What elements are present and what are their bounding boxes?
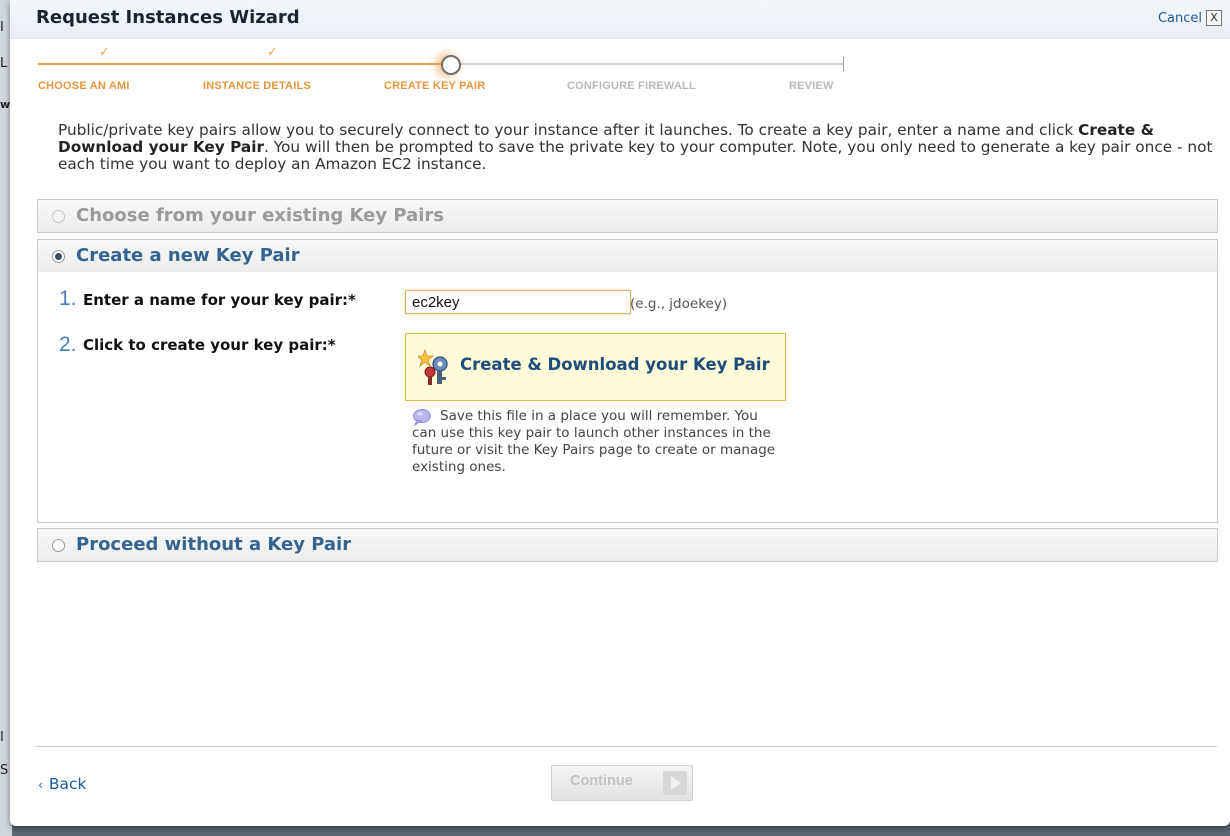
step-choose-ami: CHOOSE AN AMI [38, 80, 130, 92]
background-page-fragment: I [0, 20, 4, 35]
option-existing-key-pairs[interactable]: Choose from your existing Key Pairs [37, 199, 1218, 233]
option-none-label: Proceed without a Key Pair [76, 534, 352, 555]
continue-label: Continue [570, 773, 633, 789]
dialog-titlebar: Request Instances Wizard Cancel X [10, 0, 1230, 39]
wizard-progress-stepper: ✓ ✓ CHOOSE AN AMI INSTANCE DETAILS CREAT… [38, 45, 858, 98]
option-create-new-key-pair[interactable]: Create a new Key Pair [37, 239, 1218, 273]
chevron-left-icon[interactable]: ‹ [38, 778, 43, 792]
step-instance-details: INSTANCE DETAILS [203, 80, 311, 92]
step-review: REVIEW [789, 80, 834, 92]
background-page-fragment: I [0, 730, 4, 745]
intro-text: Public/private key pairs allow you to se… [58, 122, 1224, 173]
radio-icon[interactable] [52, 539, 65, 552]
step-number-2: 2. [59, 333, 77, 356]
arrow-right-icon [663, 771, 687, 795]
progress-track-completed [38, 63, 443, 65]
background-page-fragment: w [0, 98, 11, 111]
step-number-1: 1. [59, 287, 77, 310]
cancel-label[interactable]: Cancel [1158, 11, 1202, 26]
create-key-pair-panel: 1. Enter a name for your key pair:* (e.g… [37, 272, 1218, 523]
option-proceed-without-key-pair[interactable]: Proceed without a Key Pair [37, 528, 1218, 562]
check-icon: ✓ [99, 45, 110, 60]
key-name-hint: (e.g., jdoekey) [630, 296, 728, 312]
current-step-indicator [441, 55, 461, 75]
close-icon[interactable]: X [1206, 10, 1222, 26]
option-existing-label: Choose from your existing Key Pairs [76, 205, 444, 226]
save-file-note: Save this file in a place you will remem… [412, 408, 776, 475]
cancel-button[interactable]: Cancel X [1158, 10, 1222, 26]
back-label[interactable]: Back [49, 775, 87, 793]
radio-icon[interactable] [52, 210, 65, 223]
intro-text-part1: Public/private key pairs allow you to se… [58, 121, 1079, 139]
create-download-label: Create & Download your Key Pair [460, 355, 770, 374]
check-icon: ✓ [267, 45, 278, 60]
request-instances-wizard-dialog: Request Instances Wizard Cancel X ✓ ✓ CH… [10, 0, 1230, 826]
continue-button[interactable]: Continue [551, 765, 693, 801]
radio-icon[interactable] [52, 250, 65, 263]
create-key-label: Click to create your key pair:* [83, 336, 336, 354]
background-page-fragment: L [0, 56, 8, 71]
progress-track-end [843, 57, 844, 71]
option-create-new-label: Create a new Key Pair [76, 245, 300, 266]
background-page-fragment: S [0, 763, 9, 778]
step-configure-firewall: CONFIGURE FIREWALL [567, 80, 696, 92]
step-create-key-pair: CREATE KEY PAIR [384, 80, 486, 92]
progress-track-remaining [459, 63, 844, 65]
create-download-key-pair-button[interactable]: Create & Download your Key Pair [405, 333, 786, 401]
key-name-input[interactable] [405, 290, 631, 314]
keys-icon [418, 348, 448, 385]
dialog-title: Request Instances Wizard [36, 7, 300, 28]
key-name-label: Enter a name for your key pair:* [83, 291, 356, 309]
footer-divider [35, 746, 1217, 747]
back-link[interactable]: ‹ Back [38, 775, 86, 793]
